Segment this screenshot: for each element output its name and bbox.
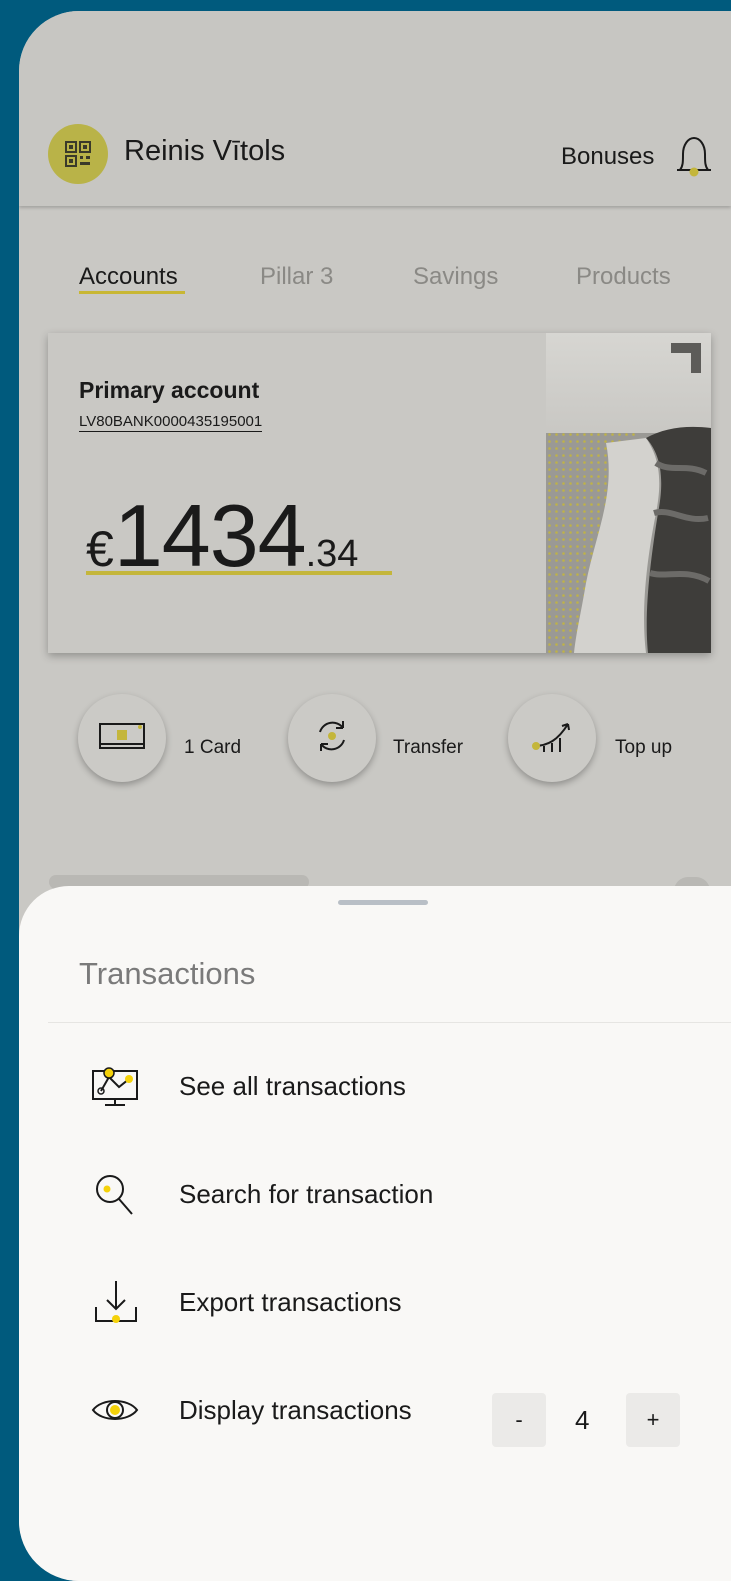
tab-products[interactable]: Products — [576, 263, 671, 291]
tab-savings[interactable]: Savings — [413, 263, 498, 291]
see-all-transactions-item[interactable]: See all transactions — [19, 1046, 731, 1126]
decrement-button[interactable]: - — [492, 1393, 546, 1447]
top-up-action-button[interactable] — [508, 694, 596, 782]
display-count-value: 4 — [575, 1405, 590, 1435]
active-tab-indicator — [79, 291, 185, 294]
display-transactions-label: Display transactions — [179, 1395, 412, 1425]
qr-code-icon[interactable] — [48, 124, 108, 184]
primary-account-card[interactable]: Primary account LV80BANK0000435195001 €1… — [48, 333, 711, 653]
transactions-bottom-sheet: Transactions See all transactions Search… — [19, 886, 731, 1581]
see-all-transactions-label: See all transactions — [179, 1071, 406, 1101]
card-action-label[interactable]: 1 Card — [184, 737, 241, 759]
transfer-action-button[interactable] — [288, 694, 376, 782]
top-up-icon — [530, 718, 574, 759]
user-name[interactable]: Reinis Vītols — [124, 135, 285, 168]
display-transactions-item: Display transactions - 4 + — [19, 1370, 731, 1450]
app-header: Reinis Vītols Bonuses — [19, 11, 731, 206]
balance-underline — [86, 571, 392, 575]
tab-pillar-3[interactable]: Pillar 3 — [260, 263, 333, 291]
balance-decimal: .34 — [305, 533, 359, 575]
tab-accounts[interactable]: Accounts — [79, 263, 178, 291]
account-iban: LV80BANK0000435195001 — [79, 413, 263, 432]
export-transactions-item[interactable]: Export transactions — [19, 1262, 731, 1342]
transfer-icon — [312, 716, 352, 761]
sheet-drag-handle[interactable] — [338, 900, 428, 905]
search-icon — [87, 1169, 143, 1219]
balance-currency: € — [86, 521, 114, 577]
eye-icon — [87, 1385, 143, 1435]
search-transaction-label: Search for transaction — [179, 1179, 434, 1209]
bell-icon[interactable] — [674, 132, 714, 185]
bonuses-link[interactable]: Bonuses — [561, 143, 654, 171]
monitor-chart-icon — [87, 1061, 143, 1111]
account-title: Primary account — [79, 377, 260, 403]
transfer-action-label[interactable]: Transfer — [393, 737, 463, 759]
sheet-title: Transactions — [79, 956, 256, 991]
coast-photo — [546, 333, 711, 653]
sheet-divider — [48, 1022, 731, 1023]
card-action-button[interactable] — [78, 694, 166, 782]
card-icon — [98, 720, 146, 757]
increment-button[interactable]: + — [626, 1393, 680, 1447]
app-screen: Reinis Vītols Bonuses Accounts Pillar 3 … — [19, 11, 731, 1581]
search-transaction-item[interactable]: Search for transaction — [19, 1154, 731, 1234]
download-icon — [87, 1277, 143, 1327]
top-up-action-label[interactable]: Top up — [615, 737, 672, 759]
export-transactions-label: Export transactions — [179, 1287, 402, 1317]
